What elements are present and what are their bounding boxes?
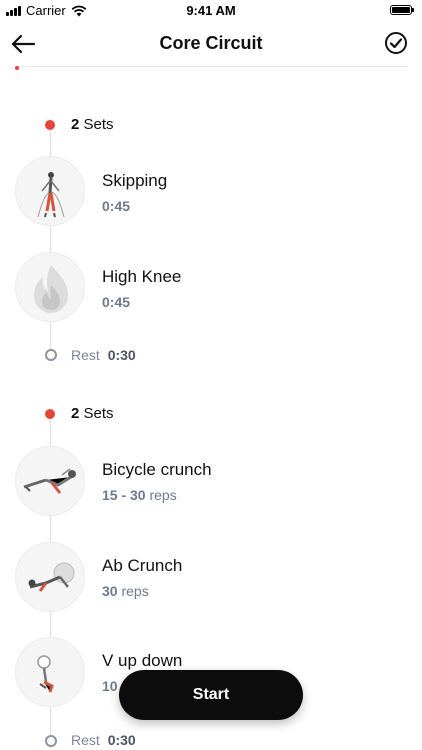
rest-row: Rest 0:30 — [71, 347, 136, 363]
sets-marker — [45, 409, 55, 419]
progress-marker — [15, 66, 19, 70]
check-circle-icon[interactable] — [384, 31, 408, 55]
exercise-detail: 10 — [102, 678, 118, 694]
sets-count: 2 — [71, 116, 80, 133]
flame-placeholder-icon — [34, 265, 68, 313]
bicycle-crunch-figure-icon — [23, 468, 76, 494]
sets-label: Sets — [83, 116, 114, 133]
exercise-unit: reps — [121, 583, 149, 599]
battery-icon — [390, 5, 414, 15]
page-title: Core Circuit — [159, 33, 263, 53]
navigation-bar: Core Circuit — [0, 22, 422, 66]
exercise-thumbnail-ab-crunch[interactable] — [15, 542, 85, 612]
exercise-reps: 10 — [102, 678, 118, 694]
rest-row: Rest 0:30 — [71, 732, 136, 748]
exercise-name[interactable]: V up down — [102, 651, 182, 671]
exercise-name[interactable]: Bicycle crunch — [102, 460, 212, 480]
exercise-detail: 30 reps — [102, 583, 149, 599]
rest-label: Rest — [71, 347, 100, 363]
exercise-detail: 15 - 30 reps — [102, 487, 177, 503]
sets-label: Sets — [83, 405, 114, 422]
exercise-thumbnail-bicycle-crunch[interactable] — [15, 446, 85, 516]
rest-time: 0:30 — [107, 347, 136, 363]
exercise-name[interactable]: High Knee — [102, 267, 181, 287]
sets-header: 2 Sets — [71, 405, 114, 422]
exercise-thumbnail-skipping[interactable] — [15, 156, 85, 226]
exercise-unit: reps — [149, 487, 177, 503]
rest-label: Rest — [71, 732, 100, 748]
exercise-detail: 0:45 — [102, 198, 130, 214]
status-time: 9:41 AM — [186, 3, 236, 18]
rest-marker — [45, 735, 57, 747]
start-button[interactable]: Start — [119, 670, 303, 720]
exercise-duration: 0:45 — [102, 198, 131, 214]
rest-marker — [45, 349, 57, 361]
exercise-thumbnail-high-knee[interactable] — [15, 252, 85, 322]
rest-time: 0:30 — [107, 732, 136, 748]
exercise-name[interactable]: Skipping — [102, 171, 167, 191]
ab-crunch-figure-icon — [28, 562, 75, 592]
header-divider — [14, 66, 408, 67]
exercise-detail: 0:45 — [102, 294, 130, 310]
exercise-reps: 15 - 30 — [102, 487, 146, 503]
status-bar: Carrier 9:41 AM — [0, 0, 422, 22]
sets-header: 2 Sets — [71, 116, 114, 133]
skipping-figure-icon — [37, 172, 65, 218]
exercise-name[interactable]: Ab Crunch — [102, 556, 182, 576]
v-up-down-figure-icon — [37, 655, 54, 693]
sets-count: 2 — [71, 405, 80, 422]
exercise-duration: 0:45 — [102, 294, 131, 310]
exercise-thumbnail-v-up-down[interactable] — [15, 637, 85, 707]
sets-marker — [45, 120, 55, 130]
exercise-reps: 30 — [102, 583, 118, 599]
